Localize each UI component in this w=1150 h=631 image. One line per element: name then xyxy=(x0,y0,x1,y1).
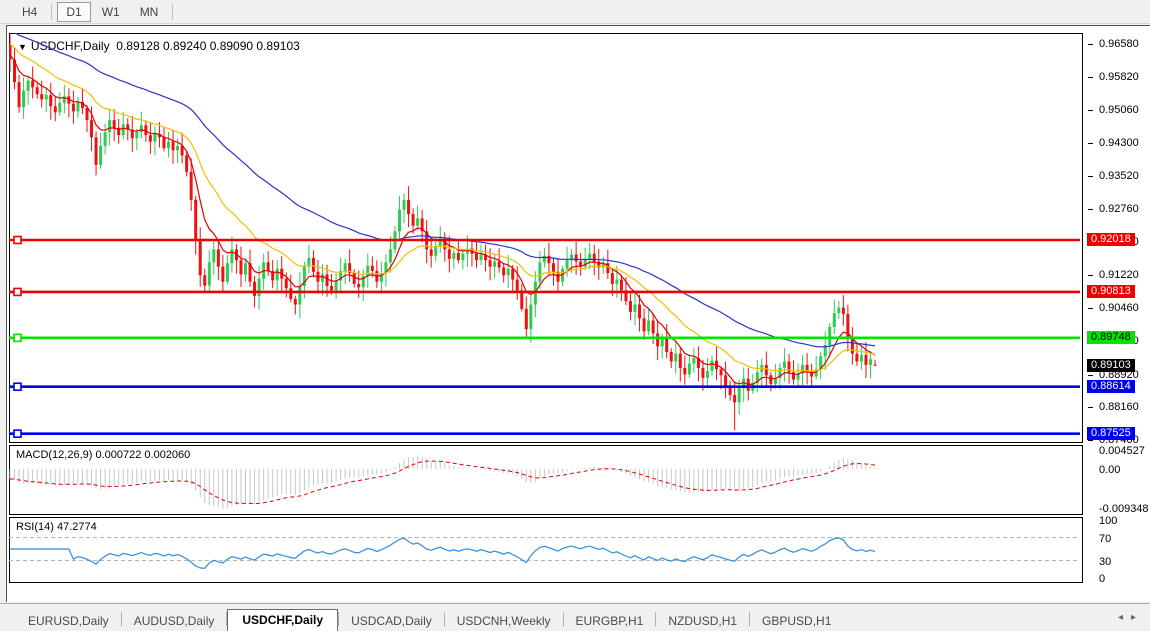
level-price-badge: 0.90813 xyxy=(1087,285,1135,298)
chart-tab-nzdusd[interactable]: NZDUSD,H1 xyxy=(656,611,749,631)
chart-title: ▼ USDCHF,Daily 0.89128 0.89240 0.89090 0.… xyxy=(18,39,300,53)
macd-axis-label: 0.004527 xyxy=(1099,445,1145,457)
rsi-axis-label: 70 xyxy=(1099,533,1111,545)
chart-tab-usdcad[interactable]: USDCAD,Daily xyxy=(339,611,444,631)
toolbar-separator xyxy=(172,4,173,20)
price-axis-tick xyxy=(1088,143,1093,144)
rsi-panel[interactable]: RSI(14) 47.2774 xyxy=(9,517,1083,583)
tab-scroll-left-icon[interactable]: ◂ xyxy=(1118,612,1131,623)
level-price-badge: 0.87525 xyxy=(1087,427,1135,440)
price-axis-label: 0.90460 xyxy=(1099,302,1139,314)
rsi-label: RSI(14) 47.2774 xyxy=(16,521,97,533)
price-axis-tick xyxy=(1088,440,1093,441)
price-axis-tick xyxy=(1088,77,1093,78)
price-axis-label: 0.93520 xyxy=(1099,170,1139,182)
chart-tab-audusd[interactable]: AUDUSD,Daily xyxy=(122,611,227,631)
price-axis-tick xyxy=(1088,375,1093,376)
price-axis-tick xyxy=(1088,407,1093,408)
price-axis-label: 0.95060 xyxy=(1099,104,1139,116)
price-axis-label: 0.95820 xyxy=(1099,71,1139,83)
level-price-badge: 0.92018 xyxy=(1087,233,1135,246)
price-axis-tick xyxy=(1088,176,1093,177)
price-chart-panel[interactable]: ▼ USDCHF,Daily 0.89128 0.89240 0.89090 0.… xyxy=(9,33,1083,443)
price-axis-tick xyxy=(1088,275,1093,276)
price-axis-label: 0.96580 xyxy=(1099,38,1139,50)
chart-window: ▼ USDCHF,Daily 0.89128 0.89240 0.89090 0.… xyxy=(6,25,1150,602)
chart-tab-usdchf[interactable]: USDCHF,Daily xyxy=(227,609,338,631)
tab-scroll-right-icon[interactable]: ▸ xyxy=(1131,612,1144,623)
rsi-axis-label: 100 xyxy=(1099,515,1117,527)
timeframe-button-d1[interactable]: D1 xyxy=(57,2,90,22)
mt4-terminal: H4 D1W1MN ▼ USDCHF,Daily 0.89128 0.89240 0… xyxy=(0,0,1150,631)
macd-label: MACD(12,26,9) 0.000722 0.002060 xyxy=(16,449,190,461)
macd-panel[interactable]: MACD(12,26,9) 0.000722 0.002060 xyxy=(9,445,1083,515)
level-price-badge: 0.89748 xyxy=(1087,331,1135,344)
chart-symbol-label: USDCHF,Daily xyxy=(31,39,110,53)
tab-lead-space xyxy=(0,604,16,631)
price-axis-label: 0.91220 xyxy=(1099,269,1139,281)
chart-tab-usdcnh[interactable]: USDCNH,Weekly xyxy=(445,611,563,631)
chart-tab-bar: EURUSD,DailyAUDUSD,DailyUSDCHF,DailyUSDC… xyxy=(0,603,1150,631)
price-axis-tick xyxy=(1088,44,1093,45)
symbol-dropdown-icon[interactable]: ▼ xyxy=(18,42,27,52)
chart-ohlc-values: 0.89128 0.89240 0.89090 0.89103 xyxy=(116,39,300,53)
timeframe-button-h4[interactable]: H4 xyxy=(13,2,46,22)
macd-axis-label: -0.009348 xyxy=(1099,503,1149,515)
rsi-axis-label: 0 xyxy=(1099,573,1105,585)
timeframe-toolbar: H4 D1W1MN xyxy=(0,0,1150,24)
timeframe-button-w1[interactable]: W1 xyxy=(93,2,129,22)
toolbar-separator xyxy=(51,4,52,20)
timeframe-button-mn[interactable]: MN xyxy=(131,2,168,22)
price-axis-label: 0.92760 xyxy=(1099,203,1139,215)
price-axis-tick xyxy=(1088,110,1093,111)
current-price-badge: 0.89103 xyxy=(1087,359,1135,372)
rsi-axis-label: 30 xyxy=(1099,556,1111,568)
price-axis-label: 0.88160 xyxy=(1099,401,1139,413)
level-price-badge: 0.88614 xyxy=(1087,380,1135,393)
chart-tab-eurgbp[interactable]: EURGBP,H1 xyxy=(564,611,656,631)
chart-tab-eurusd[interactable]: EURUSD,Daily xyxy=(16,611,121,631)
price-axis-tick xyxy=(1088,308,1093,309)
chart-tab-gbpusd[interactable]: GBPUSD,H1 xyxy=(750,611,843,631)
macd-axis-label: 0.00 xyxy=(1099,464,1120,476)
price-axis-tick xyxy=(1088,209,1093,210)
tab-scroll-arrows[interactable]: ◂▸ xyxy=(1118,612,1144,623)
price-axis-label: 0.94300 xyxy=(1099,137,1139,149)
